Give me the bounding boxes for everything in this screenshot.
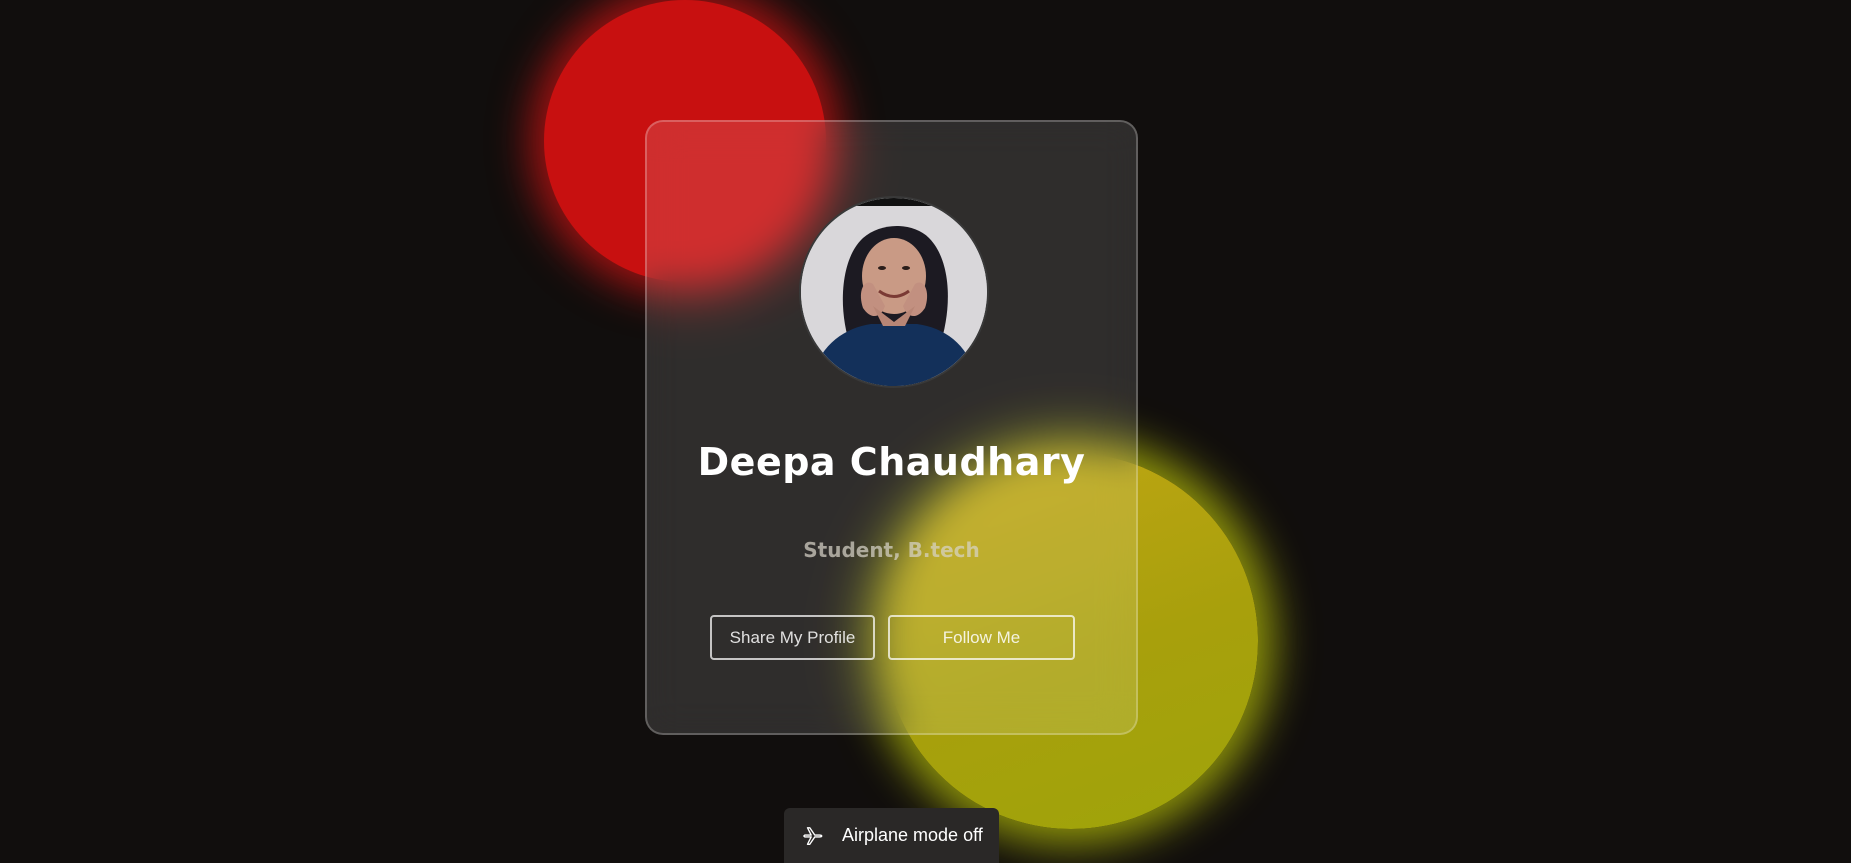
page-background: Deepa Chaudhary Student, B.tech Share My… (0, 0, 1851, 863)
profile-name: Deepa Chaudhary (697, 440, 1086, 484)
avatar-photo-illustration (801, 198, 987, 386)
profile-avatar (799, 196, 989, 388)
share-profile-button[interactable]: Share My Profile (710, 615, 875, 660)
profile-card: Deepa Chaudhary Student, B.tech Share My… (645, 120, 1138, 735)
follow-button[interactable]: Follow Me (888, 615, 1075, 660)
airplane-icon (802, 825, 824, 847)
airplane-mode-toast: Airplane mode off (784, 808, 999, 863)
toast-text: Airplane mode off (842, 825, 983, 845)
profile-role: Student, B.tech (803, 538, 980, 562)
